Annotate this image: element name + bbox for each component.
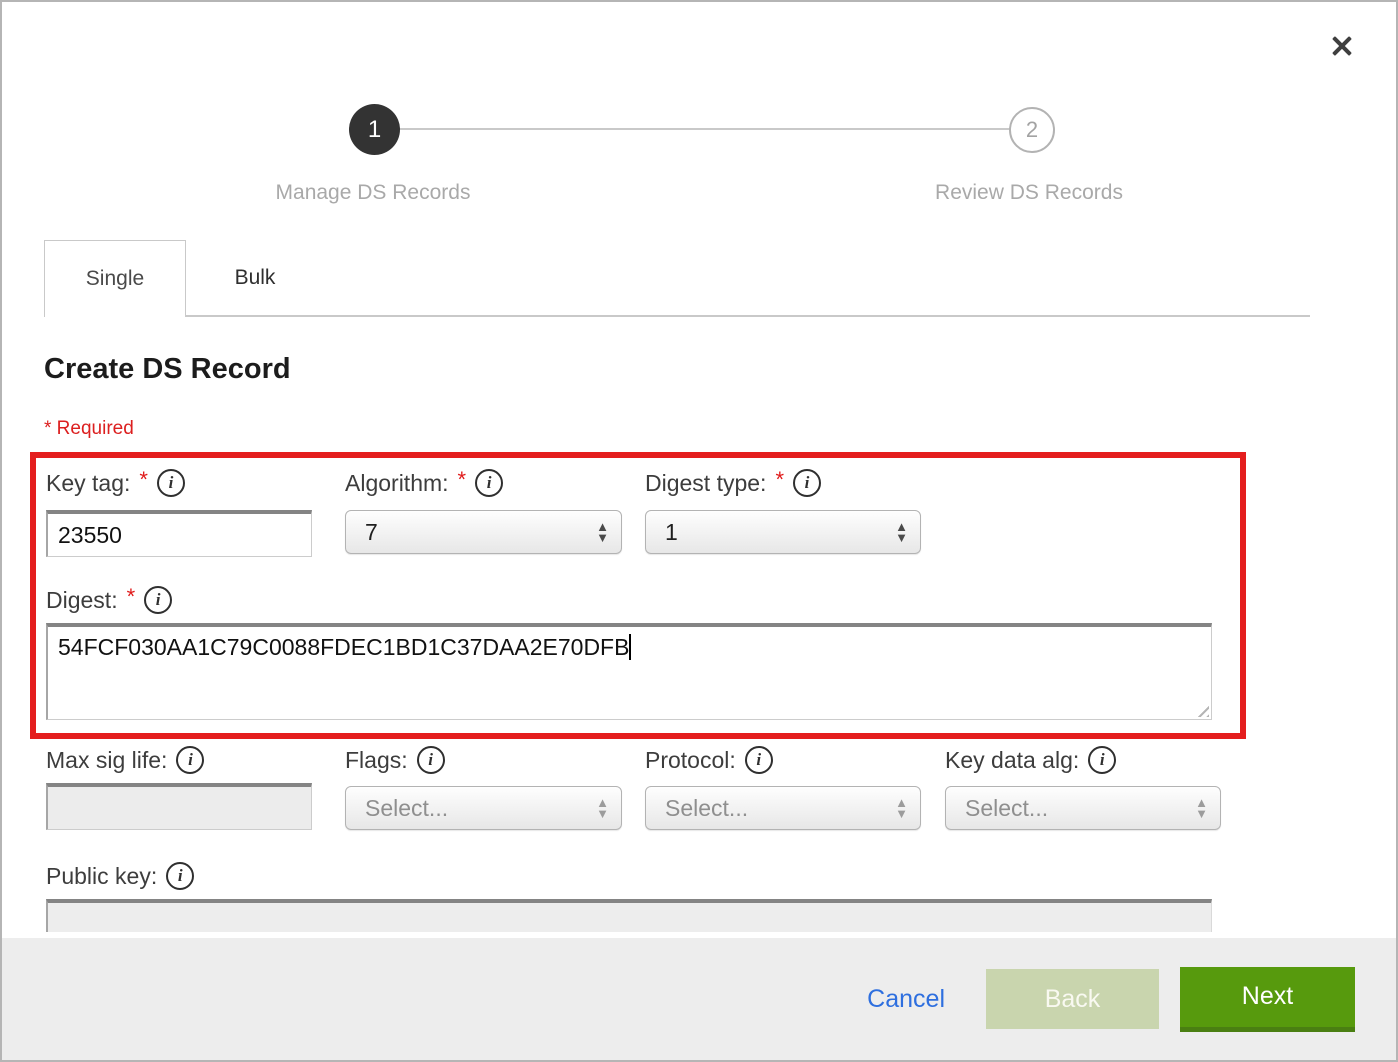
info-icon[interactable]: i xyxy=(1088,746,1116,774)
select-arrows-icon xyxy=(596,797,609,819)
flags-select-value: Select... xyxy=(365,795,596,822)
info-icon[interactable]: i xyxy=(176,746,204,774)
protocol-select[interactable]: Select... xyxy=(645,786,921,830)
modal-footer: Cancel Back Next xyxy=(2,938,1396,1060)
select-arrows-icon xyxy=(1195,797,1208,819)
info-icon[interactable]: i xyxy=(144,586,172,614)
select-arrows-icon xyxy=(596,521,609,543)
max-sig-life-label-text: Max sig life: xyxy=(46,747,167,774)
digest-textarea[interactable]: 54FCF030AA1C79C0088FDEC1BD1C37DAA2E70DFB xyxy=(46,623,1212,720)
step-1-circle: 1 xyxy=(349,104,400,155)
key-data-alg-label-text: Key data alg: xyxy=(945,747,1079,774)
flags-select[interactable]: Select... xyxy=(345,786,622,830)
flags-label: Flags: i xyxy=(345,746,445,774)
tab-row-divider xyxy=(184,315,1310,317)
info-icon[interactable]: i xyxy=(745,746,773,774)
key-tag-label: Key tag: * i xyxy=(46,469,185,497)
required-asterisk: * xyxy=(127,584,136,610)
key-data-alg-label: Key data alg: i xyxy=(945,746,1116,774)
page-title: Create DS Record xyxy=(44,353,291,386)
protocol-label: Protocol: i xyxy=(645,746,773,774)
back-button[interactable]: Back xyxy=(986,969,1159,1029)
max-sig-life-input[interactable] xyxy=(46,783,312,830)
resize-handle[interactable] xyxy=(1194,702,1209,717)
public-key-label-text: Public key: xyxy=(46,863,157,890)
flags-label-text: Flags: xyxy=(345,747,408,774)
step-2-circle: 2 xyxy=(1009,107,1055,153)
algorithm-label-text: Algorithm: xyxy=(345,470,449,497)
tab-bulk[interactable]: Bulk xyxy=(185,240,325,316)
text-cursor xyxy=(629,634,631,660)
info-icon[interactable]: i xyxy=(157,469,185,497)
digest-type-select-value: 1 xyxy=(665,519,895,546)
key-tag-label-text: Key tag: xyxy=(46,470,130,497)
info-icon[interactable]: i xyxy=(475,469,503,497)
digest-label: Digest: * i xyxy=(46,586,172,614)
digest-label-text: Digest: xyxy=(46,587,118,614)
protocol-select-value: Select... xyxy=(665,795,895,822)
key-data-alg-select[interactable]: Select... xyxy=(945,786,1221,830)
info-icon[interactable]: i xyxy=(793,469,821,497)
key-tag-input[interactable] xyxy=(46,510,312,557)
algorithm-label: Algorithm: * i xyxy=(345,469,503,497)
max-sig-life-label: Max sig life: i xyxy=(46,746,204,774)
create-ds-record-modal: 1 2 Manage DS Records Review DS Records … xyxy=(0,0,1398,1062)
required-note: * Required xyxy=(44,418,134,440)
public-key-textarea[interactable] xyxy=(46,899,1212,932)
protocol-label-text: Protocol: xyxy=(645,747,736,774)
required-asterisk: * xyxy=(139,467,148,493)
key-data-alg-select-value: Select... xyxy=(965,795,1195,822)
info-icon[interactable]: i xyxy=(166,862,194,890)
digest-type-label-text: Digest type: xyxy=(645,470,766,497)
next-button[interactable]: Next xyxy=(1180,967,1355,1032)
select-arrows-icon xyxy=(895,797,908,819)
step-2-label: Review DS Records xyxy=(869,181,1189,205)
digest-type-label: Digest type: * i xyxy=(645,469,821,497)
public-key-label: Public key: i xyxy=(46,862,194,890)
select-arrows-icon xyxy=(895,521,908,543)
digest-value: 54FCF030AA1C79C0088FDEC1BD1C37DAA2E70DFB xyxy=(58,634,629,660)
step-1-label: Manage DS Records xyxy=(213,181,533,205)
tab-single[interactable]: Single xyxy=(44,240,186,317)
required-asterisk: * xyxy=(775,467,784,493)
info-icon[interactable]: i xyxy=(417,746,445,774)
close-button[interactable] xyxy=(1328,32,1356,60)
algorithm-select[interactable]: 7 xyxy=(345,510,622,554)
digest-type-select[interactable]: 1 xyxy=(645,510,921,554)
algorithm-select-value: 7 xyxy=(365,519,596,546)
cancel-link[interactable]: Cancel xyxy=(867,985,945,1014)
stepper-connector-line xyxy=(398,128,1010,130)
required-asterisk: * xyxy=(458,467,467,493)
